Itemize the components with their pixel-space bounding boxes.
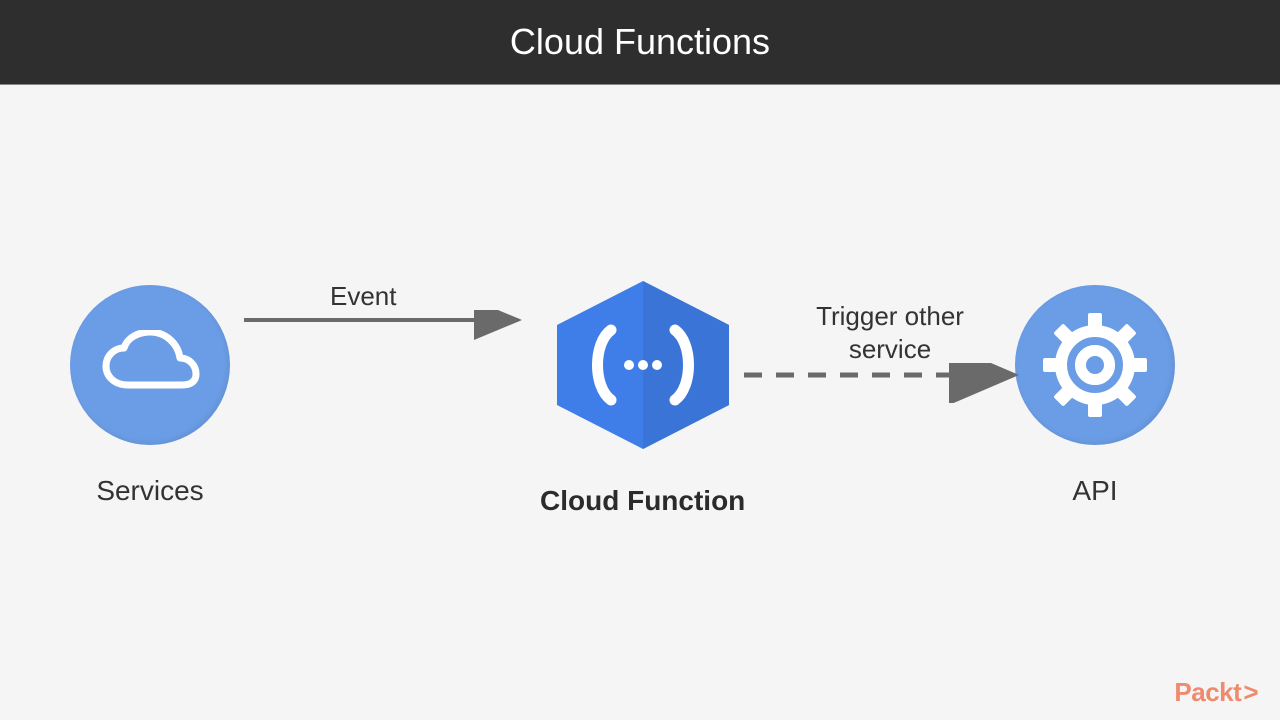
watermark-suffix: > [1243, 677, 1258, 708]
diagram-canvas: Services Cloud Function [0, 85, 1280, 720]
arrow-event-label: Event [330, 280, 397, 313]
watermark-text: Packt [1174, 677, 1241, 708]
arrow-trigger-label: Trigger other service [790, 300, 990, 365]
node-api-label: API [1072, 475, 1117, 507]
node-cloud-function-label: Cloud Function [540, 485, 745, 517]
watermark-logo: Packt> [1174, 677, 1258, 708]
page-title: Cloud Functions [510, 21, 770, 63]
function-hex-icon [543, 275, 743, 455]
page-header: Cloud Functions [0, 0, 1280, 85]
arrow-event [240, 310, 530, 350]
node-api: API [1015, 285, 1175, 507]
node-services: Services [70, 285, 230, 507]
arrow-trigger [740, 363, 1020, 403]
node-services-label: Services [96, 475, 203, 507]
gear-icon [1015, 285, 1175, 445]
cloud-icon [70, 285, 230, 445]
node-cloud-function: Cloud Function [540, 275, 745, 517]
